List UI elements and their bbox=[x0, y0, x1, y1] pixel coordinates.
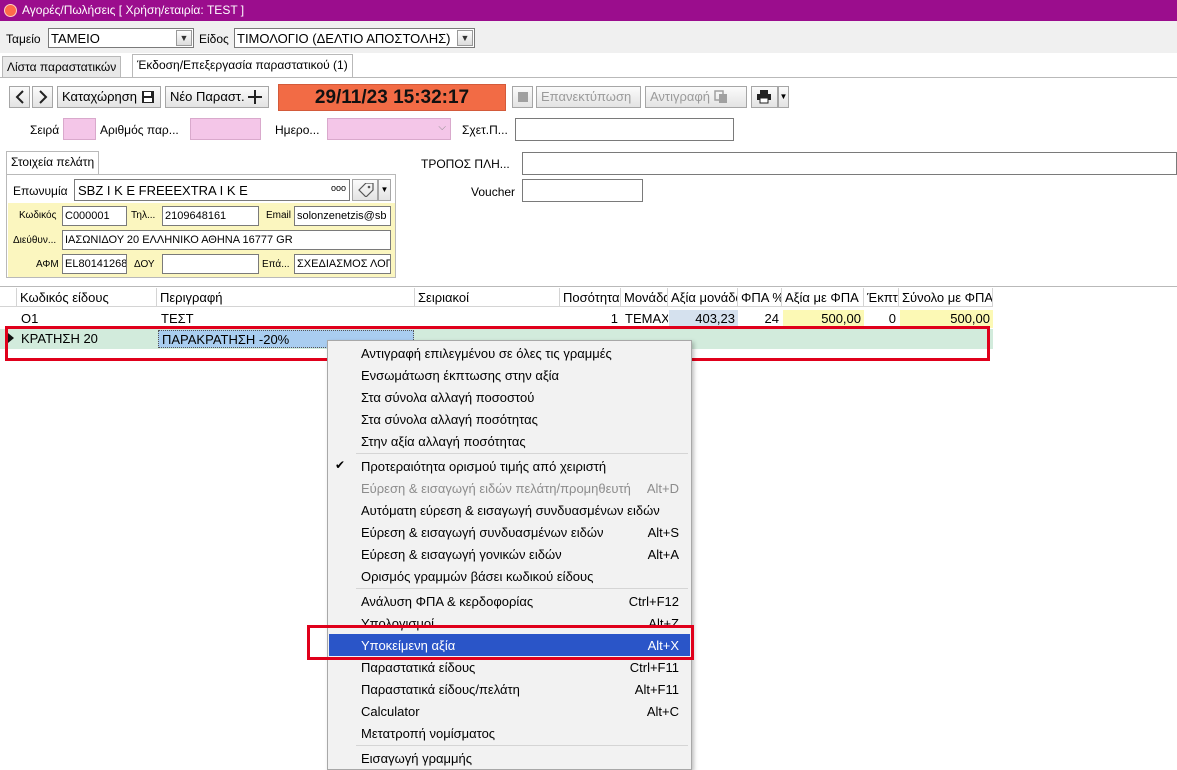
date-label: Ημερο... bbox=[275, 123, 320, 137]
date-input[interactable]: ⌵ bbox=[327, 118, 451, 140]
title-bar: Αγορές/Πωλήσεις [ Χρήση/εταιρία: TEST ] bbox=[0, 0, 1177, 21]
series-label: Σειρά bbox=[30, 123, 60, 137]
chevron-left-icon bbox=[15, 90, 24, 104]
payment-method-input[interactable] bbox=[522, 152, 1177, 175]
number-label: Αριθμός παρ... bbox=[100, 123, 179, 137]
print-button[interactable] bbox=[751, 86, 778, 108]
copy-icon bbox=[713, 90, 727, 103]
register-select[interactable]: ΤΑΜΕΙΟ ▼ bbox=[48, 28, 194, 48]
menu-item-calculator[interactable]: Calculator Alt+C bbox=[329, 700, 690, 722]
menu-separator bbox=[356, 453, 688, 454]
column-header-serials[interactable]: Σειριακοί bbox=[415, 288, 560, 307]
type-label: Είδος bbox=[199, 32, 229, 46]
tab-document-edit[interactable]: Έκδοση/Επεξεργασία παραστατικού (1) bbox=[132, 54, 353, 78]
email-input[interactable]: solonzenetzis@sb bbox=[294, 206, 391, 226]
related-doc-input[interactable] bbox=[515, 118, 734, 141]
stop-square-icon bbox=[518, 92, 528, 102]
menu-item-totals-change-percent[interactable]: Στα σύνολα αλλαγή ποσοστού bbox=[329, 386, 690, 408]
menu-item-embed-discount[interactable]: Ενσωμάτωση έκπτωσης στην αξία bbox=[329, 364, 690, 386]
menu-item-totals-change-quantity[interactable]: Στα σύνολα αλλαγή ποσότητας bbox=[329, 408, 690, 430]
copy-button[interactable]: Αντιγραφή bbox=[645, 86, 747, 108]
payment-method-label: ΤΡΟΠΟΣ ΠΛΗ... bbox=[421, 157, 510, 171]
chevron-down-icon: ▼ bbox=[380, 185, 389, 194]
menu-item-find-combined-items[interactable]: Εύρεση & εισαγωγή συνδυασμένων ειδών Alt+… bbox=[329, 521, 690, 543]
context-menu: Αντιγραφή επιλεγμένου σε όλες τις γραμμέ… bbox=[327, 340, 692, 770]
address-label: Διεύθυν... bbox=[13, 235, 57, 246]
address-input[interactable]: ΙΑΣΩΝΙΔΟΥ 20 ΕΛΛΗΝΙΚΟ ΑΘΗΝΑ 16777 GR bbox=[62, 230, 391, 250]
prev-button[interactable] bbox=[9, 86, 30, 108]
column-header-price-vat[interactable]: Αξία με ΦΠΑ bbox=[782, 288, 864, 307]
tab-divider bbox=[0, 77, 1177, 78]
voucher-input[interactable] bbox=[522, 179, 643, 202]
tag-icon bbox=[358, 182, 374, 198]
menu-item-copy-to-all-rows[interactable]: Αντιγραφή επιλεγμένου σε όλες τις γραμμέ… bbox=[329, 342, 690, 364]
column-header-quantity[interactable]: Ποσότητα bbox=[560, 288, 621, 307]
chevron-down-icon[interactable]: ⌵ bbox=[438, 122, 446, 133]
chevron-down-icon[interactable]: ▼ bbox=[457, 30, 473, 46]
reprint-button[interactable]: Επανεκτύπωση bbox=[536, 86, 641, 108]
column-header-total[interactable]: Σύνολο με ΦΠΑ bbox=[899, 288, 993, 307]
annotation-highlight-menu-item bbox=[307, 625, 694, 660]
customer-dropdown-button[interactable]: ▼ bbox=[378, 179, 391, 201]
menu-item-operator-price-priority[interactable]: ✔ Προτεραιότητα ορισμού τιμής από χειρισ… bbox=[329, 455, 690, 477]
chevron-right-icon bbox=[39, 90, 48, 104]
menu-item-auto-find-combined-items[interactable]: Αυτόματη εύρεση & εισαγωγή συνδυασμένων … bbox=[329, 499, 690, 521]
customer-name-input[interactable]: SBZ I K E FREEEXTRA I K E ooo bbox=[74, 179, 350, 201]
tab-customer-details[interactable]: Στοιχεία πελάτη bbox=[6, 151, 100, 175]
doy-input[interactable] bbox=[162, 254, 259, 274]
customer-code-input[interactable]: C000001 bbox=[62, 206, 127, 226]
grid-corner bbox=[0, 288, 17, 307]
floppy-disk-icon bbox=[141, 91, 154, 103]
menu-item-value-change-quantity[interactable]: Στην αξία αλλαγή ποσότητας bbox=[329, 430, 690, 452]
phone-input[interactable]: 2109648161 bbox=[162, 206, 259, 226]
type-select[interactable]: ΤΙΜΟΛΟΓΙΟ (ΔΕΛΤΙΟ ΑΠΟΣΤΟΛΗΣ) ▼ bbox=[234, 28, 475, 48]
email-label: Email bbox=[266, 210, 292, 221]
app-logo-icon bbox=[4, 4, 17, 17]
column-header-discount[interactable]: Έκπτ bbox=[864, 288, 899, 307]
menu-item-find-customer-items[interactable]: Εύρεση & εισαγωγή ειδών πελάτη/προμηθευτ… bbox=[329, 477, 690, 499]
window-title: Αγορές/Πωλήσεις [ Χρήση/εταιρία: TEST ] bbox=[22, 3, 245, 17]
menu-item-define-rows-by-code[interactable]: Ορισμός γραμμών βάσει κωδικού είδους bbox=[329, 565, 690, 587]
column-header-unit[interactable]: Μονάδα bbox=[621, 288, 668, 307]
related-doc-label: Σχετ.Π... bbox=[462, 123, 508, 137]
more-options-icon[interactable]: ooo bbox=[331, 183, 346, 193]
menu-separator bbox=[356, 588, 688, 589]
menu-item-currency-conversion[interactable]: Μετατροπή νομίσματος bbox=[329, 722, 690, 744]
register-label: Ταμείο bbox=[6, 32, 41, 46]
column-header-vat[interactable]: ΦΠΑ % bbox=[738, 288, 782, 307]
menu-item-insert-row[interactable]: Εισαγωγή γραμμής bbox=[329, 747, 690, 769]
column-header-description[interactable]: Περιγραφή bbox=[157, 288, 415, 307]
profession-input[interactable]: ΣΧΕΔΙΑΣΜΟΣ ΛΟΓ bbox=[294, 254, 391, 274]
menu-separator bbox=[356, 745, 688, 746]
menu-item-vat-profit-analysis[interactable]: Ανάλυση ΦΠΑ & κερδοφορίας Ctrl+F12 bbox=[329, 590, 690, 612]
plus-icon bbox=[248, 90, 263, 104]
printer-icon bbox=[757, 90, 771, 104]
menu-item-item-customer-documents[interactable]: Παραστατικά είδους/πελάτη Alt+F11 bbox=[329, 678, 690, 700]
save-button[interactable]: Καταχώρηση bbox=[57, 86, 161, 108]
chevron-down-icon: ▼ bbox=[779, 92, 788, 101]
doy-label: ΔΟΥ bbox=[134, 259, 155, 270]
customer-code-label: Κωδικός bbox=[19, 210, 57, 221]
afm-input[interactable]: EL80141268 bbox=[62, 254, 127, 274]
series-input[interactable] bbox=[63, 118, 96, 140]
phone-label: Τηλ... bbox=[131, 210, 156, 221]
column-header-code[interactable]: Κωδικός είδους bbox=[17, 288, 157, 307]
checkmark-icon: ✔ bbox=[335, 458, 346, 472]
new-document-button[interactable]: Νέο Παραστ. bbox=[165, 86, 269, 108]
print-dropdown-button[interactable]: ▼ bbox=[778, 86, 789, 108]
next-button[interactable] bbox=[32, 86, 53, 108]
customer-name-label: Επωνυμία bbox=[13, 184, 68, 198]
afm-label: ΑΦΜ bbox=[36, 259, 59, 270]
stop-button[interactable] bbox=[512, 86, 533, 108]
number-input[interactable] bbox=[190, 118, 261, 140]
tab-document-list[interactable]: Λίστα παραστατικών bbox=[2, 56, 122, 78]
voucher-label: Voucher bbox=[471, 185, 516, 199]
chevron-down-icon[interactable]: ▼ bbox=[176, 30, 192, 46]
datetime-display: 29/11/23 15:32:17 bbox=[278, 84, 506, 111]
menu-item-find-parent-items[interactable]: Εύρεση & εισαγωγή γονικών ειδών Alt+A bbox=[329, 543, 690, 565]
customer-tag-button[interactable] bbox=[352, 179, 378, 201]
column-header-unit-price[interactable]: Αξία μονάδας bbox=[668, 288, 738, 307]
profession-label: Επά... bbox=[262, 259, 290, 270]
